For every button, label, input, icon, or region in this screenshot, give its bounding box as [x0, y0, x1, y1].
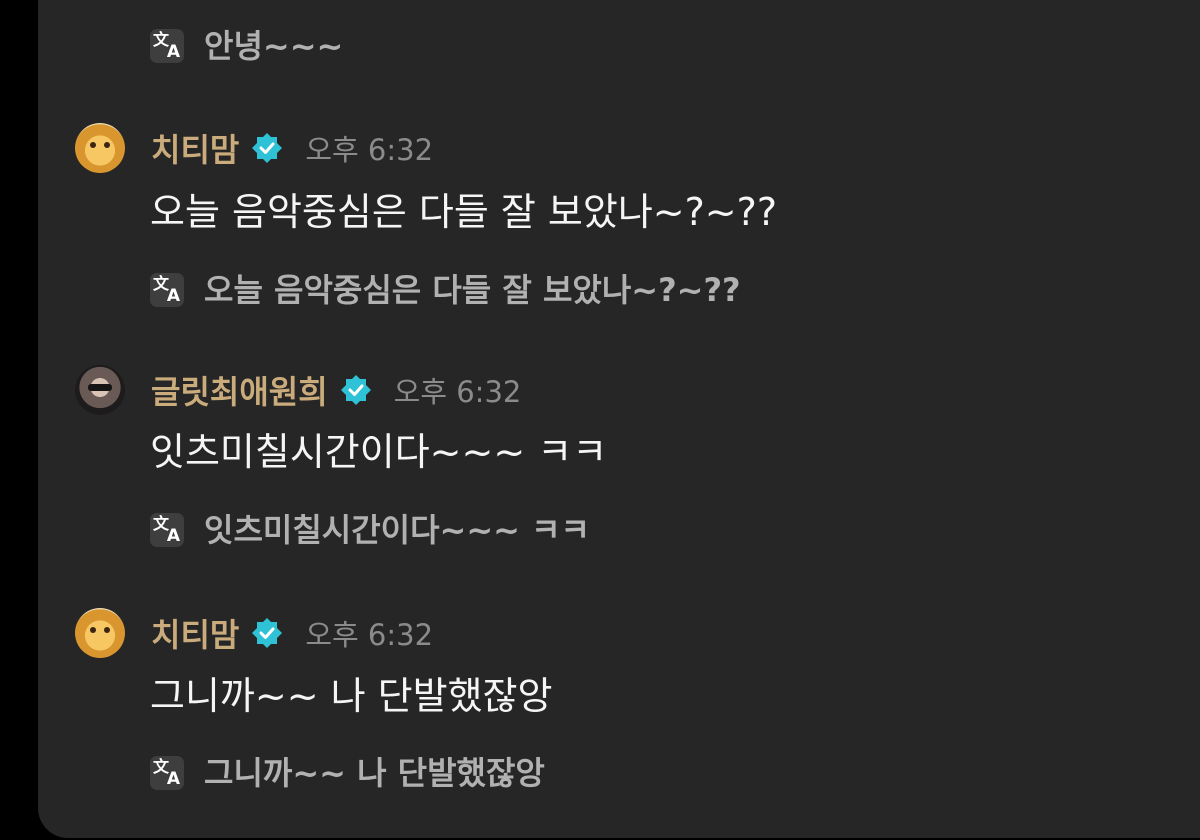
translate-icon[interactable]: 文 A	[150, 29, 184, 63]
message-text: 그니까~~ 나 단발했잖앙	[150, 674, 553, 718]
timestamp: 오후 6:32	[393, 375, 522, 409]
translation-text: 그니까~~ 나 단발했잖앙	[204, 754, 545, 792]
translation-row: 文 A 오늘 음악중심은 다들 잘 보았나~?~??	[150, 268, 741, 312]
avatar[interactable]	[75, 123, 125, 173]
translation-text: 안녕~~~	[204, 27, 344, 65]
translation-text: 잇츠미칠시간이다~~~ ㅋㅋ	[204, 511, 590, 549]
translation-text: 오늘 음악중심은 다들 잘 보았나~?~??	[204, 271, 741, 309]
verified-badge-icon	[252, 133, 283, 163]
translation-row: 文 A 안녕~~~	[150, 24, 343, 68]
verified-badge-icon	[252, 618, 283, 648]
translation-row: 文 A 잇츠미칠시간이다~~~ ㅋㅋ	[150, 508, 590, 552]
translate-icon[interactable]: 文 A	[150, 273, 184, 307]
message-text: 오늘 음악중심은 다들 잘 보았나~?~??	[150, 190, 777, 234]
avatar[interactable]	[75, 365, 125, 415]
translate-icon[interactable]: 文 A	[150, 513, 184, 547]
username[interactable]: 글릿최애원희	[151, 367, 328, 413]
message-header: 치티맘 오후 6:32	[75, 608, 433, 658]
message-header: 치티맘 오후 6:32	[75, 123, 433, 173]
message-text: 잇츠미칠시간이다~~~ ㅋㅋ	[150, 430, 608, 474]
translate-icon[interactable]: 文 A	[150, 756, 184, 790]
timestamp: 오후 6:32	[305, 618, 434, 652]
username[interactable]: 치티맘	[151, 125, 239, 171]
verified-badge-icon	[340, 375, 371, 405]
message-header: 글릿최애원희 오후 6:32	[75, 365, 521, 415]
username[interactable]: 치티맘	[151, 610, 239, 656]
avatar[interactable]	[75, 608, 125, 658]
timestamp: 오후 6:32	[305, 133, 434, 167]
translation-row: 文 A 그니까~~ 나 단발했잖앙	[150, 751, 545, 795]
